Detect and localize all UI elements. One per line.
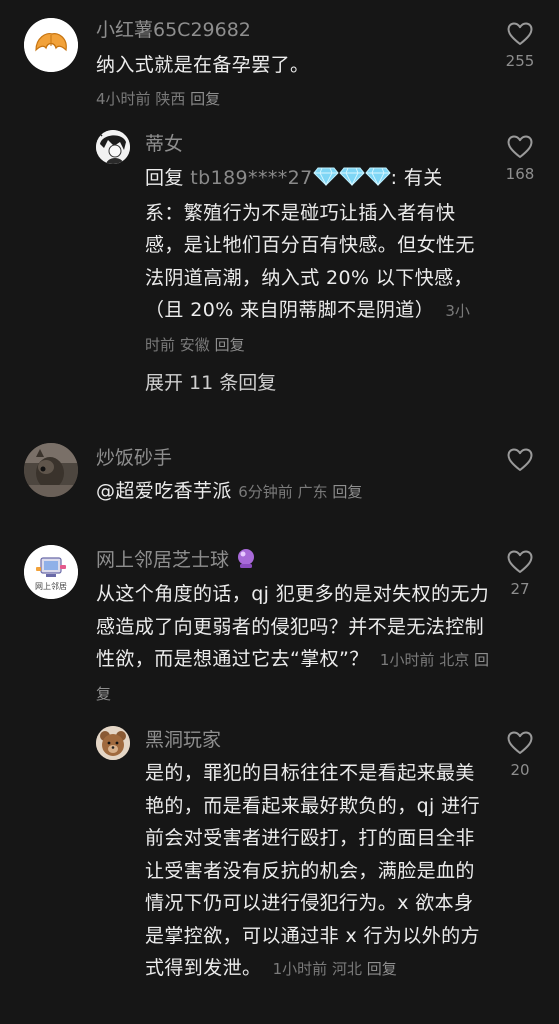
like-button[interactable]: 168 bbox=[500, 135, 540, 183]
comment-username-text: 网上邻居芝士球 bbox=[96, 549, 230, 571]
teddy-bear-icon bbox=[96, 726, 130, 760]
comment-text: @超爱吃香芋派 6分钟前 广东 回复 bbox=[96, 475, 362, 509]
reply-location: 安徽 bbox=[179, 335, 210, 354]
avatar[interactable] bbox=[24, 443, 78, 497]
avatar[interactable] bbox=[96, 726, 130, 760]
reply-prefix: 回复 bbox=[145, 167, 184, 189]
reply-username[interactable]: 蒂女 bbox=[145, 132, 183, 156]
crystal-ball-icon bbox=[235, 548, 257, 576]
reply-button[interactable]: 回复 bbox=[215, 336, 245, 354]
reply-meta: 1小时前 河北 回复 bbox=[268, 960, 397, 978]
reply-location: 河北 bbox=[331, 960, 362, 978]
reply-content: 是的，罪犯的目标往往不是看起来最美艳的，而是看起来最好欺负的，qj 进行前会对受… bbox=[145, 762, 480, 979]
avatar-caption: 网上邻居 bbox=[35, 582, 67, 591]
avatar[interactable] bbox=[96, 130, 130, 164]
comment-meta: 6分钟前 广东 回复 bbox=[238, 483, 362, 501]
reply-button[interactable]: 回复 bbox=[190, 90, 220, 108]
like-button[interactable]: 255 bbox=[500, 22, 540, 70]
comment-time: 1小时前 bbox=[379, 651, 435, 669]
mention-link[interactable]: tb189****27 bbox=[190, 167, 312, 189]
avatar[interactable]: 网上邻居 bbox=[24, 545, 78, 599]
like-count: 255 bbox=[505, 52, 535, 70]
comment-username[interactable]: 炒饭砂手 bbox=[96, 446, 172, 470]
alpaca-photo-icon bbox=[24, 443, 78, 497]
comment-location: 广东 bbox=[297, 483, 328, 501]
reply-content: : 有关系：繁殖行为不是碰巧让插入者有快感，是让牠们百分百有快感。但女性无法阴道… bbox=[145, 167, 475, 321]
mention-link[interactable]: @超爱吃香芋派 bbox=[96, 480, 232, 502]
comment-time: 6分钟前 bbox=[238, 483, 293, 501]
heart-icon bbox=[507, 731, 533, 754]
heart-icon bbox=[507, 22, 533, 45]
like-button[interactable] bbox=[500, 448, 540, 472]
heart-icon bbox=[507, 550, 533, 573]
reply-text: 回复 tb189****27: 有关系：繁殖行为不是碰巧让插入者有快感，是让牠们… bbox=[145, 162, 480, 361]
croissant-icon bbox=[24, 18, 78, 72]
comment-list: 小红薯65C29682 纳入式就是在备孕罢了。 4小时前 陕西 回复 255 蒂… bbox=[0, 0, 559, 1024]
comment-username[interactable]: 网上邻居芝士球 bbox=[96, 548, 257, 576]
anime-avatar-icon bbox=[96, 130, 130, 164]
comment-meta: 4小时前 陕西 回复 bbox=[96, 89, 220, 109]
comment-text: 从这个角度的话，qj 犯更多的是对失权的无力感造成了向更弱者的侵犯吗？并不是无法… bbox=[96, 578, 494, 710]
diamond-icon bbox=[338, 164, 365, 197]
reply-button[interactable]: 回复 bbox=[367, 960, 397, 978]
heart-icon bbox=[507, 448, 533, 471]
comment-location: 陕西 bbox=[155, 90, 186, 108]
comment-username[interactable]: 小红薯65C29682 bbox=[96, 18, 251, 42]
diamond-icon bbox=[312, 164, 339, 197]
avatar[interactable] bbox=[24, 18, 78, 72]
reply-time: 1小时前 bbox=[272, 960, 328, 978]
like-button[interactable]: 20 bbox=[500, 731, 540, 779]
expand-replies-button[interactable]: 展开 11 条回复 bbox=[145, 368, 276, 395]
reply-text: 是的，罪犯的目标往往不是看起来最美艳的，而是看起来最好欺负的，qj 进行前会对受… bbox=[145, 757, 490, 986]
comment-location: 北京 bbox=[439, 651, 470, 669]
reply-username[interactable]: 黑洞玩家 bbox=[145, 728, 221, 752]
like-button[interactable]: 27 bbox=[500, 550, 540, 598]
diamond-icon bbox=[364, 164, 391, 197]
heart-icon bbox=[507, 135, 533, 158]
reply-button[interactable]: 回复 bbox=[332, 483, 362, 501]
like-count: 20 bbox=[510, 761, 530, 779]
comment-time: 4小时前 bbox=[96, 90, 151, 108]
like-count: 27 bbox=[510, 580, 530, 598]
comment-text: 纳入式就是在备孕罢了。 bbox=[96, 54, 310, 76]
like-count: 168 bbox=[505, 165, 535, 183]
